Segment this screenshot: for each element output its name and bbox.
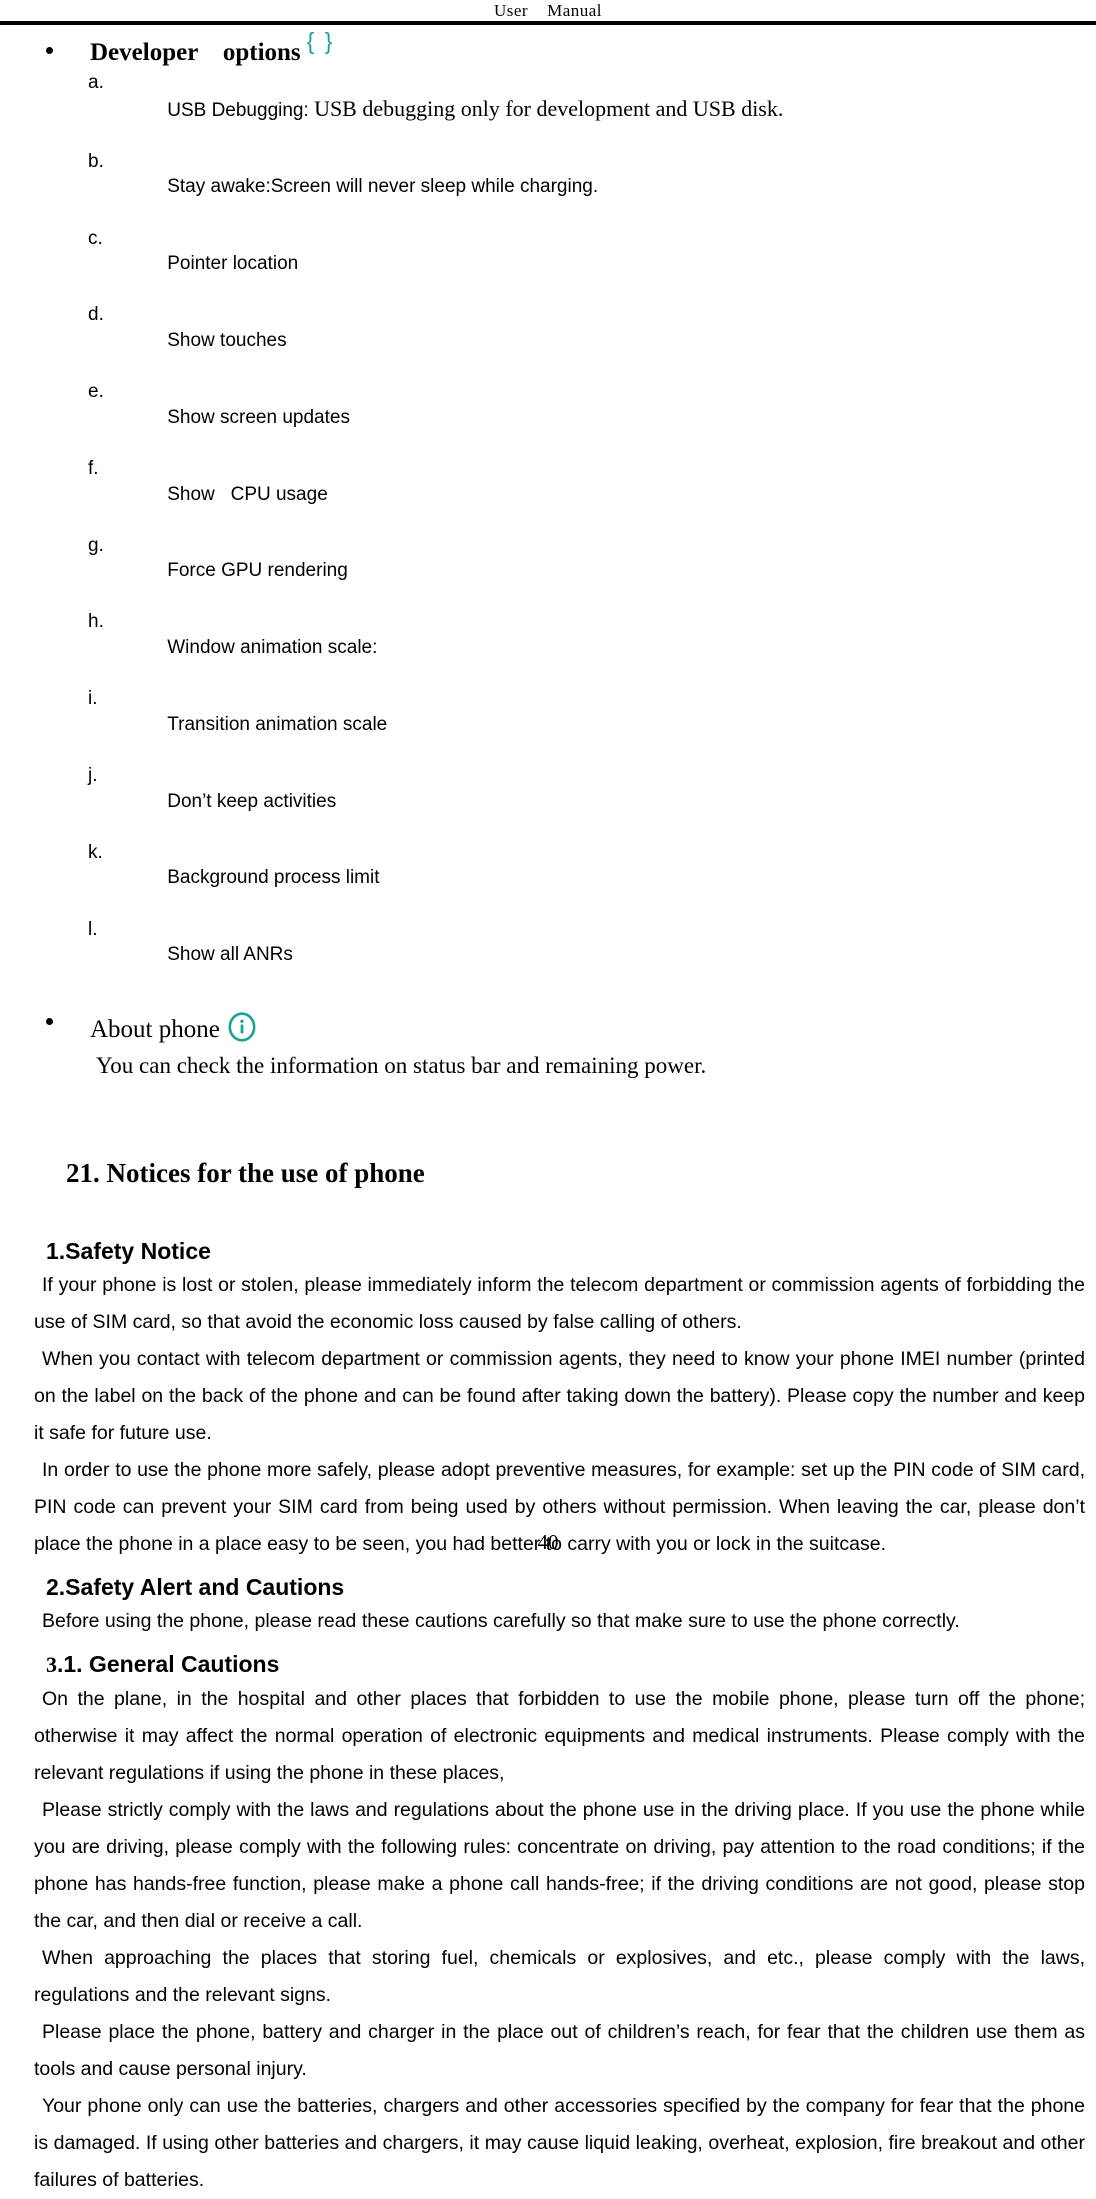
- list-marker: g.: [88, 534, 104, 556]
- about-phone-bullet: About phone: [0, 1007, 1096, 1047]
- list-item: f. Show CPU usage: [0, 456, 1096, 533]
- list-marker: h.: [88, 611, 104, 633]
- paragraph: On the plane, in the hospital and other …: [34, 1688, 1085, 1785]
- list-item-label: Pointer location: [167, 253, 299, 275]
- list-item: c. Pointer location: [0, 226, 1096, 303]
- developer-options-label: Developer options: [90, 39, 301, 66]
- section-heading-label: .1. General Cautions: [57, 1651, 280, 1678]
- list-marker: i.: [88, 688, 98, 710]
- section-heading-safety-notice: 1.Safety Notice: [46, 1238, 211, 1265]
- list-item-label: USB Debugging:: [167, 99, 315, 121]
- list-item: l. Show all ANRs: [0, 917, 1096, 994]
- curly-braces-icon: { }: [306, 28, 335, 54]
- paragraph: Your phone only can use the batteries, c…: [34, 2095, 1085, 2192]
- section-heading-general-cautions: 3.1. General Cautions: [0, 1648, 1096, 1681]
- about-phone-label: About phone: [90, 1016, 220, 1044]
- page-number: 40: [537, 1530, 559, 1554]
- manual-page: User Manual Developer options{ } a. USB D…: [0, 0, 1096, 2191]
- list-marker: c.: [88, 227, 103, 249]
- paragraph: When approaching the places that storing…: [34, 1947, 1085, 2007]
- header-divider: [0, 21, 1096, 25]
- list-item-label: Window animation scale:: [167, 637, 378, 659]
- header-title: User Manual: [493, 1, 603, 20]
- list-item: g. Force GPU rendering: [0, 533, 1096, 610]
- list-item-label: Background process limit: [167, 867, 380, 889]
- list-marker: d.: [88, 304, 104, 326]
- list-item: b. Stay awake:Screen will never sleep whi…: [0, 149, 1096, 226]
- section-number: 3: [46, 1652, 57, 1678]
- list-item: j. Don’t keep activities: [0, 763, 1096, 840]
- list-marker: e.: [88, 381, 104, 403]
- list-item: k. Background process limit: [0, 840, 1096, 917]
- list-marker: l.: [88, 918, 98, 940]
- developer-options-list: a. USB Debugging: USB debugging only for …: [0, 70, 1096, 993]
- list-marker: f.: [88, 457, 99, 479]
- paragraph: If your phone is lost or stolen, please …: [34, 1274, 1085, 1334]
- bullet-dot-icon: [46, 1018, 53, 1026]
- list-item: d. Show touches: [0, 302, 1096, 379]
- chapter-heading: 21. Notices for the use of phone: [66, 1158, 425, 1189]
- list-marker: a.: [88, 72, 104, 93]
- list-marker: k.: [88, 841, 103, 863]
- developer-options-bullet: Developer options{ }: [0, 30, 1096, 70]
- list-item-label: Stay awake:Screen will never sleep while…: [167, 176, 599, 198]
- paragraph: When you contact with telecom department…: [34, 1348, 1085, 1445]
- paragraph: Please place the phone, battery and char…: [34, 2021, 1085, 2081]
- list-marker: j.: [88, 765, 98, 787]
- list-item-label: Show touches: [167, 329, 287, 351]
- list-marker: b.: [88, 150, 104, 172]
- list-item: i. Transition animation scale: [0, 686, 1096, 763]
- list-item-label: Show screen updates: [167, 406, 350, 428]
- info-circle-icon: [227, 1012, 257, 1042]
- list-item-label: Show CPU usage: [167, 483, 328, 505]
- list-item: h. Window animation scale:: [0, 609, 1096, 686]
- list-item-label: Show all ANRs: [167, 944, 293, 966]
- list-item-label: Don’t keep activities: [167, 790, 337, 812]
- list-item: e. Show screen updates: [0, 379, 1096, 456]
- page-content: Developer options{ } a. USB Debugging: US…: [0, 30, 1096, 2199]
- list-item-label: Force GPU rendering: [167, 560, 348, 582]
- list-item: a. USB Debugging: USB debugging only for …: [0, 70, 1096, 149]
- about-phone-description: You can check the information on status …: [96, 1053, 707, 1079]
- bullet-dot-icon: [46, 47, 53, 54]
- section-heading-safety-alert: 2.Safety Alert and Cautions: [46, 1574, 345, 1601]
- list-item-label: Transition animation scale: [167, 713, 388, 735]
- paragraph: Please strictly comply with the laws and…: [34, 1799, 1085, 1933]
- paragraph: Before using the phone, please read thes…: [42, 1610, 960, 1633]
- list-item-detail: USB debugging only for development and U…: [314, 95, 784, 121]
